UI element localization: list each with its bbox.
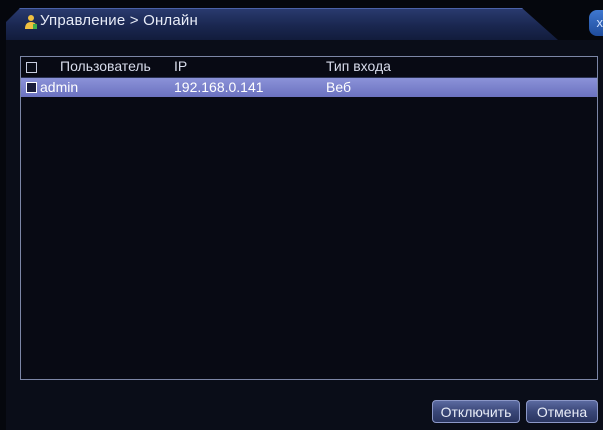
- cancel-button[interactable]: Отмена: [526, 400, 598, 423]
- list-header: Пользователь IP Тип входа: [21, 57, 597, 77]
- window-title: Управление > Онлайн: [40, 12, 198, 29]
- user-tools-icon: [24, 14, 38, 30]
- header-user[interactable]: Пользователь: [60, 58, 151, 74]
- select-all-checkbox[interactable]: [26, 62, 37, 73]
- row-ip: 192.168.0.141: [174, 79, 264, 95]
- row-checkbox[interactable]: [26, 82, 37, 93]
- row-user: admin: [40, 79, 79, 95]
- header-login-type[interactable]: Тип входа: [326, 58, 391, 74]
- disconnect-button[interactable]: Отключить: [432, 400, 520, 423]
- close-button[interactable]: x: [589, 10, 603, 36]
- online-users-list: Пользователь IP Тип входа admin 192.168.…: [20, 56, 598, 380]
- table-row[interactable]: admin 192.168.0.141 Веб: [21, 78, 597, 97]
- row-login-type: Веб: [326, 79, 351, 95]
- header-ip[interactable]: IP: [174, 58, 187, 74]
- title-bar: Управление > Онлайн x: [0, 0, 603, 40]
- online-users-dialog: Управление > Онлайн x Пользователь IP Ти…: [0, 0, 603, 430]
